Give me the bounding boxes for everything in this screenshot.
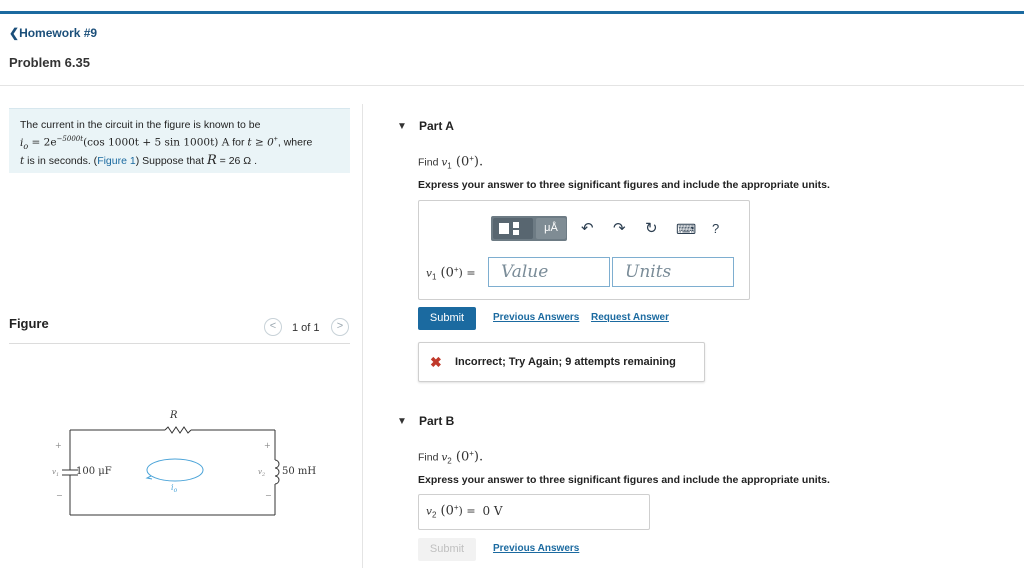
figure-divider bbox=[9, 343, 350, 344]
column-divider bbox=[362, 104, 363, 568]
v1-plus: + bbox=[55, 441, 62, 450]
part-b-previous-answers-link[interactable]: Previous Answers bbox=[493, 543, 579, 554]
inductor-symbol bbox=[274, 459, 280, 485]
part-b-instruction: Express your answer to three significant… bbox=[418, 474, 830, 486]
figure-heading: Figure bbox=[9, 316, 49, 331]
problem-line-2: io = 2e−5000t(cos 1000t + 5 sin 1000t) A… bbox=[20, 135, 313, 151]
back-link-label: Homework #9 bbox=[19, 26, 98, 40]
undo-icon[interactable]: ↶ bbox=[581, 221, 594, 237]
inductor-value-label: 50 mH bbox=[282, 466, 316, 477]
value-input[interactable]: Value bbox=[488, 257, 610, 287]
part-a-submit-button[interactable]: Submit bbox=[418, 307, 476, 330]
part-a-instruction: Express your answer to three significant… bbox=[418, 179, 830, 191]
resistor-label: R bbox=[169, 410, 178, 421]
part-a-question: Find v1 (0+). bbox=[418, 154, 484, 171]
figure-next-button[interactable]: > bbox=[331, 318, 349, 336]
v2-plus: + bbox=[264, 441, 271, 450]
io-label: io bbox=[171, 483, 178, 494]
part-b-submit-button[interactable]: Submit bbox=[418, 538, 476, 561]
chevron-left-icon: ❮ bbox=[9, 26, 20, 40]
keyboard-icon[interactable]: ⌨ bbox=[676, 221, 696, 237]
part-b-answer-value: 0 V bbox=[482, 503, 503, 518]
help-icon[interactable]: ? bbox=[712, 221, 719, 237]
figure-counter: 1 of 1 bbox=[292, 322, 320, 334]
redo-icon[interactable]: ↷ bbox=[613, 221, 626, 237]
feedback-message: Incorrect; Try Again; 9 attempts remaini… bbox=[455, 356, 676, 368]
part-b-question: Find v2 (0+). bbox=[418, 449, 484, 466]
figure-1-link[interactable]: Figure 1 bbox=[97, 155, 136, 167]
part-b-title[interactable]: Part B bbox=[419, 414, 454, 428]
units-input[interactable]: Units bbox=[612, 257, 734, 287]
v1-label: v1 bbox=[52, 468, 59, 478]
circuit-diagram: R 100 μF 50 mH v1 v2 io + − + − bbox=[52, 410, 316, 516]
request-answer-link[interactable]: Request Answer bbox=[591, 312, 669, 323]
problem-line-3: t is in seconds. (Figure 1) Suppose that… bbox=[20, 152, 257, 168]
part-a-previous-answers-link[interactable]: Previous Answers bbox=[493, 312, 579, 323]
part-b-answer: v2 (0+) = 0 V bbox=[426, 503, 503, 520]
current-symbol: io bbox=[20, 136, 29, 151]
part-a-input-label: v1 (0+) = bbox=[426, 265, 476, 282]
reset-icon[interactable]: ↻ bbox=[645, 221, 658, 237]
header-divider bbox=[0, 85, 1024, 86]
problem-line-1: The current in the circuit in the figure… bbox=[20, 119, 261, 131]
templates-button[interactable] bbox=[493, 218, 533, 239]
v2-label: v2 bbox=[258, 468, 265, 478]
page-title: Problem 6.35 bbox=[9, 55, 90, 70]
figure-prev-button[interactable]: < bbox=[264, 318, 282, 336]
problem-statement: The current in the circuit in the figure… bbox=[20, 118, 350, 168]
capacitor-value-label: 100 μF bbox=[76, 466, 112, 477]
v1-minus: − bbox=[56, 491, 63, 500]
current-loop-arrow bbox=[146, 458, 204, 482]
top-accent-bar bbox=[0, 11, 1024, 14]
back-to-homework-link[interactable]: ❮Homework #9 bbox=[9, 26, 97, 40]
resistor-symbol bbox=[164, 426, 192, 434]
part-a-title[interactable]: Part A bbox=[419, 119, 454, 133]
part-b-collapse-icon[interactable]: ▼ bbox=[397, 416, 407, 427]
units-button[interactable]: μÅ bbox=[536, 218, 566, 239]
part-a-collapse-icon[interactable]: ▼ bbox=[397, 121, 407, 132]
incorrect-x-icon: ✖ bbox=[430, 354, 442, 370]
v2-minus: − bbox=[265, 491, 272, 500]
